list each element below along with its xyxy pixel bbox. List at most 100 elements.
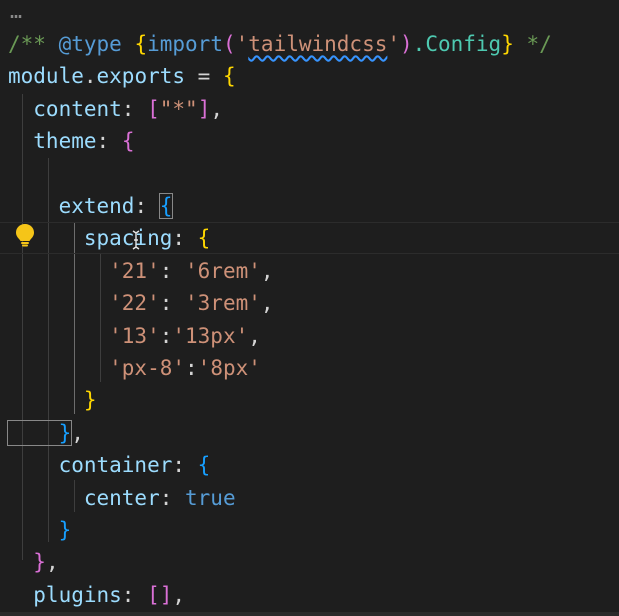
code-token: '6rem' [185, 259, 261, 283]
code-text: plugins: [], [8, 579, 185, 611]
code-line[interactable]: container: { [0, 449, 619, 481]
code-token: ( [222, 32, 236, 56]
code-token: : [121, 583, 148, 607]
code-token: "*" [159, 97, 198, 121]
code-text: /** @type {import('tailwindcss').Config}… [8, 28, 552, 60]
code-line[interactable]: } [0, 514, 619, 546]
code-token: : [159, 324, 173, 348]
code-text: }, [6, 417, 84, 449]
code-token: , [71, 421, 84, 445]
code-token: container [8, 453, 173, 477]
code-token: } [8, 518, 72, 542]
code-token: : [159, 486, 186, 510]
code-token: { [222, 64, 236, 88]
code-token: : [121, 97, 148, 121]
code-token: ' [235, 32, 249, 56]
code-line[interactable]: theme: { [0, 125, 619, 157]
code-token: { [158, 193, 174, 219]
code-token: , [260, 259, 274, 283]
code-token: . [83, 64, 97, 88]
code-token: theme [8, 129, 97, 153]
code-token: '21' [8, 259, 160, 283]
code-token: extend [8, 194, 135, 218]
code-text: container: { [8, 449, 211, 481]
code-text: module.exports = { [8, 60, 236, 92]
code-token: .Config [412, 32, 502, 56]
code-line[interactable]: }, [0, 546, 619, 578]
code-line[interactable]: '13':'13px', [0, 320, 619, 352]
code-line[interactable]: center: true [0, 482, 619, 514]
code-token: : [185, 356, 198, 380]
code-text: theme: { [8, 125, 134, 157]
code-token: '3rem' [185, 291, 261, 315]
code-token: ) [400, 32, 413, 56]
code-token: : [96, 129, 122, 153]
lightbulb-icon[interactable] [14, 223, 36, 247]
code-line[interactable]: content: ["*"], [0, 93, 619, 125]
code-token: } [8, 388, 97, 412]
code-token: exports [96, 64, 186, 88]
code-text: extend: { [8, 190, 174, 222]
code-token: true [185, 486, 236, 510]
code-line[interactable]: spacing: { [0, 222, 619, 254]
code-line[interactable]: plugins: [], [0, 579, 619, 611]
code-line[interactable]: /** @type {import('tailwindcss').Config}… [0, 28, 619, 60]
code-token: : [159, 259, 186, 283]
code-line[interactable]: '21': '6rem', [0, 255, 619, 287]
code-text: content: ["*"], [8, 93, 223, 125]
text-cursor-icon [132, 230, 140, 250]
code-token: , [248, 324, 261, 348]
code-text: } [8, 384, 97, 416]
code-text: '22': '3rem', [8, 287, 274, 319]
code-token: module [8, 64, 84, 88]
code-token: plugins [8, 583, 122, 607]
code-text: spacing: { [8, 223, 210, 253]
code-token: : [172, 226, 198, 250]
horizontal-scroll-shadow [0, 612, 619, 616]
code-line[interactable]: 'px-8':'8px' [0, 352, 619, 384]
code-token: : [159, 291, 186, 315]
folded-region-marker[interactable]: … [10, 0, 22, 22]
code-line[interactable]: extend: { [0, 190, 619, 222]
code-editor[interactable]: … /** @type {import('tailwindcss').Confi… [0, 0, 619, 616]
code-token: tailwindcss [248, 32, 388, 56]
code-token: } [501, 32, 514, 56]
code-token: , [172, 583, 186, 607]
code-token: } [6, 420, 73, 446]
code-token: ] [197, 97, 211, 121]
code-line[interactable]: }, [0, 417, 619, 449]
code-line[interactable] [0, 158, 619, 190]
code-token: import [147, 32, 223, 56]
code-token: center [8, 486, 160, 510]
code-token: content [8, 97, 122, 121]
code-token: { [134, 32, 148, 56]
code-token: = [185, 64, 223, 88]
code-token: , [210, 97, 223, 121]
code-line[interactable]: } [0, 384, 619, 416]
code-text: center: true [8, 482, 236, 514]
code-token: /** [8, 32, 59, 56]
code-text: }, [8, 546, 58, 578]
code-token: [ [147, 97, 160, 121]
code-token: { [121, 129, 135, 153]
code-token: 'px-8' [8, 356, 186, 380]
code-text: 'px-8':'8px' [8, 352, 261, 384]
code-text: } [8, 514, 72, 546]
code-line[interactable]: '22': '3rem', [0, 287, 619, 319]
code-token: , [260, 291, 274, 315]
code-line[interactable]: module.exports = { [0, 60, 619, 92]
code-token: { [197, 453, 211, 477]
code-token: ] [159, 583, 173, 607]
code-token: [ [147, 583, 160, 607]
code-text: '13':'13px', [8, 320, 261, 352]
code-token: '13' [8, 324, 160, 348]
code-token: '13px' [172, 324, 249, 348]
code-token: '8px' [197, 356, 261, 380]
code-token: { [197, 226, 211, 250]
code-token: } [8, 550, 46, 574]
code-token: : [172, 453, 198, 477]
code-token: @type [58, 32, 122, 56]
code-text: '21': '6rem', [8, 255, 274, 287]
code-token: '22' [8, 291, 160, 315]
